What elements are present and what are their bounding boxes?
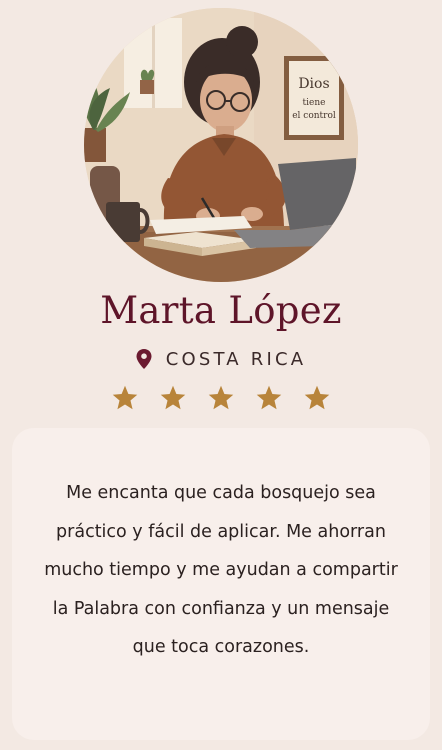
quote-line: mucho tiempo y me ayudan a compartir bbox=[44, 560, 398, 580]
avatar-photo: Dios tiene el control bbox=[84, 8, 358, 282]
testimonial-quote: Me encanta que cada bosquejo sea práctic… bbox=[36, 474, 406, 667]
quote-line: práctico y fácil de aplicar. Me ahorran bbox=[56, 521, 386, 542]
map-pin-icon bbox=[136, 349, 152, 369]
star-icon bbox=[256, 385, 282, 410]
quote-line: Me encanta que cada bosquejo sea bbox=[66, 483, 376, 503]
quote-line: la Palabra con confianza y un mensaje bbox=[52, 598, 390, 619]
avatar: Dios tiene el control bbox=[84, 8, 358, 282]
person-name: Marta López bbox=[100, 289, 342, 332]
star-icon bbox=[304, 385, 330, 410]
location-text: COSTA RICA bbox=[165, 348, 307, 370]
location: COSTA RICA bbox=[0, 345, 442, 373]
testimonial-page: Dios tiene el control Marta López COSTA … bbox=[0, 0, 442, 750]
star-icon bbox=[208, 385, 234, 410]
quote-line: que toca corazones. bbox=[132, 637, 310, 657]
star-rating bbox=[0, 384, 442, 416]
star-icon bbox=[160, 385, 186, 410]
testimonial-card: Me encanta que cada bosquejo sea práctic… bbox=[12, 428, 430, 740]
star-icon bbox=[112, 385, 138, 410]
